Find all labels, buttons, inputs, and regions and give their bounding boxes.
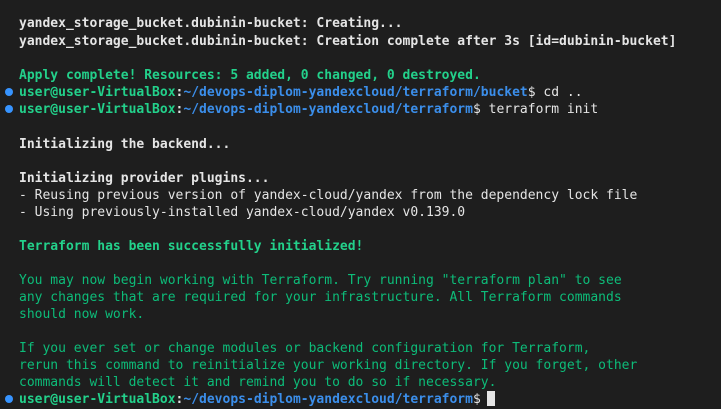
prompt-line-current[interactable]: user@user-VirtualBox:~/devops-diplom-yan…	[19, 391, 495, 408]
output-line: yandex_storage_bucket.dubinin-bucket: Cr…	[19, 16, 403, 31]
output-line-info: any changes that are required for your i…	[19, 290, 622, 305]
prompt-path: ~/devops-diplom-yandexcloud/terraform	[183, 392, 473, 407]
output-line: - Using previously-installed yandex-clou…	[19, 205, 466, 220]
output-line-success: Apply complete! Resources: 5 added, 0 ch…	[19, 68, 481, 83]
output-line: Initializing the backend...	[19, 137, 231, 152]
prompt-symbol: $	[527, 85, 536, 100]
command-decoration-icon[interactable]	[5, 395, 13, 403]
prompt-path: ~/devops-diplom-yandexcloud/terraform	[183, 102, 473, 117]
prompt-command: cd ..	[535, 85, 583, 100]
prompt-line: user@user-VirtualBox:~/devops-diplom-yan…	[19, 84, 583, 101]
prompt-line: user@user-VirtualBox:~/devops-diplom-yan…	[19, 101, 598, 118]
command-decoration-icon[interactable]	[5, 105, 13, 113]
prompt-path: ~/devops-diplom-yandexcloud/terraform/bu…	[183, 85, 528, 100]
prompt-user: user@user-VirtualBox	[19, 85, 176, 100]
prompt-user: user@user-VirtualBox	[19, 392, 176, 407]
prompt-symbol: $	[472, 392, 481, 407]
output-line: yandex_storage_bucket.dubinin-bucket: Cr…	[19, 34, 677, 49]
output-line-info: rerun this command to reinitialize your …	[19, 358, 638, 373]
terminal-panel[interactable]: yandex_storage_bucket.dubinin-bucket: Cr…	[0, 0, 721, 409]
output-line: - Reusing previous version of yandex-clo…	[19, 188, 638, 203]
command-decoration-icon[interactable]	[5, 88, 13, 96]
prompt-symbol: $	[472, 102, 481, 117]
output-line-info: should now work.	[19, 307, 145, 322]
output-line: Initializing provider plugins...	[19, 171, 270, 186]
prompt-user: user@user-VirtualBox	[19, 102, 176, 117]
prompt-command: terraform init	[480, 102, 599, 117]
output-line-info: commands will detect it and remind you t…	[19, 375, 497, 390]
output-line-success: Terraform has been successfully initiali…	[19, 239, 364, 254]
output-line-info: You may now begin working with Terraform…	[19, 273, 622, 288]
output-line-info: If you ever set or change modules or bac…	[19, 341, 591, 356]
text-cursor	[486, 391, 495, 406]
